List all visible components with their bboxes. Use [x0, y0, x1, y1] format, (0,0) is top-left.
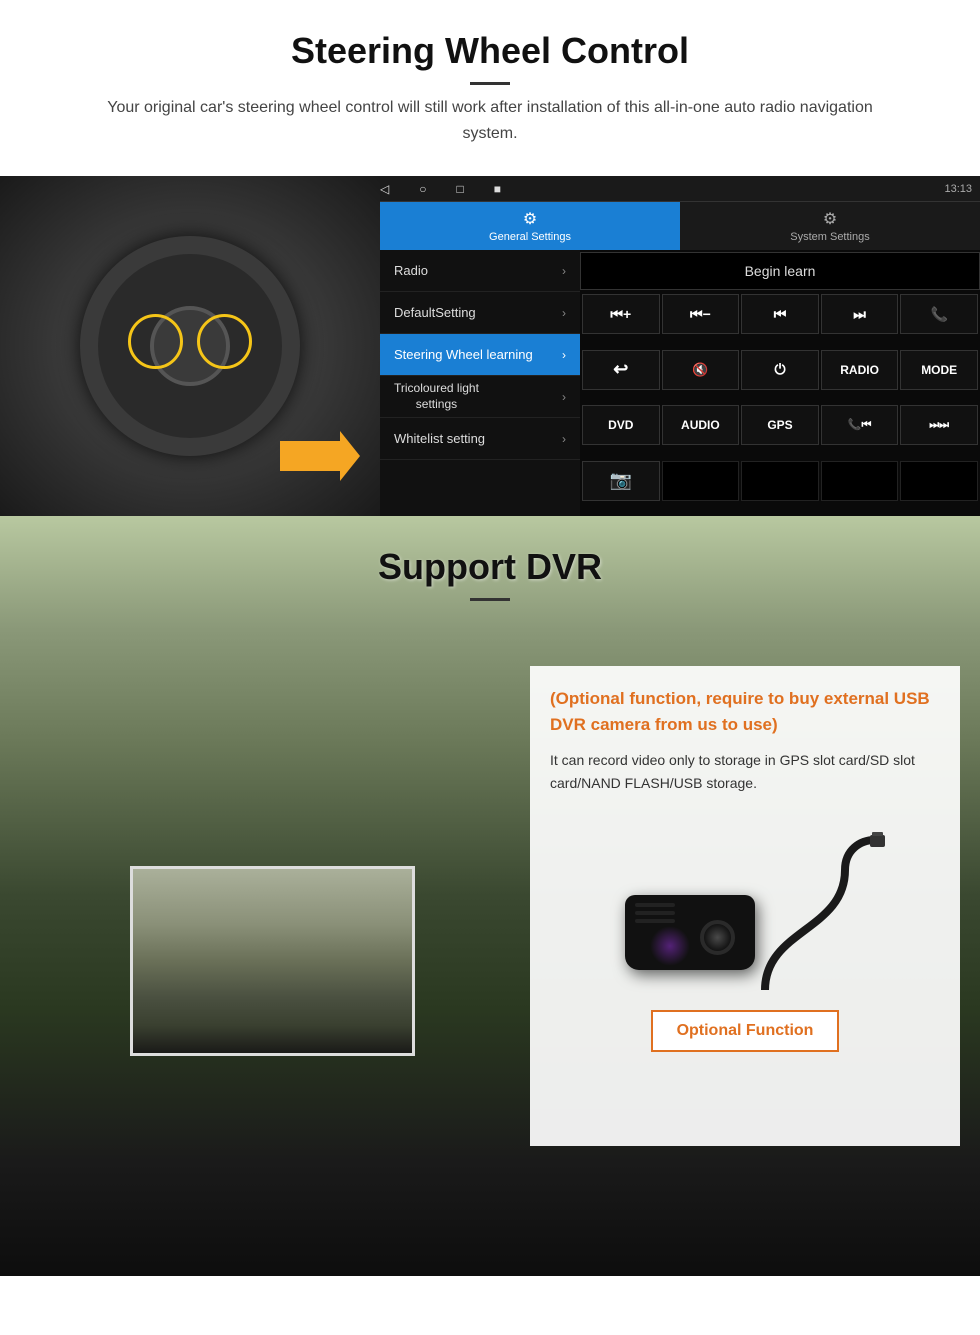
ctrl-phone[interactable]: 📞	[900, 294, 978, 334]
back-nav-btn[interactable]: ◁	[380, 182, 389, 196]
recents-nav-btn[interactable]: □	[456, 182, 463, 196]
steering-title: Steering Wheel Control	[40, 30, 940, 72]
lens-glow	[650, 926, 690, 966]
dvr-camera-illustration	[605, 810, 885, 990]
optional-function-button[interactable]: Optional Function	[651, 1010, 840, 1052]
ctrl-camera[interactable]: 📷	[582, 461, 660, 501]
android-nav-bar: ◁ ○ □ ■ 13:13	[380, 176, 980, 202]
ctrl-audio[interactable]: AUDIO	[662, 405, 740, 445]
ctrl-prev[interactable]: ⏮	[741, 294, 819, 334]
cable-svg	[685, 830, 885, 990]
arrow-icon	[280, 426, 360, 486]
ctrl-power[interactable]: ⏻	[741, 350, 819, 390]
chevron-icon-radio: ›	[562, 264, 566, 278]
dvr-content-overlay: Support DVR	[0, 516, 980, 631]
tab-system-label: System Settings	[790, 231, 869, 243]
ctrl-mute[interactable]: 🔇	[662, 350, 740, 390]
dvr-title: Support DVR	[40, 546, 940, 588]
ctrl-empty-2	[741, 461, 819, 501]
ctrl-empty-3	[821, 461, 899, 501]
dvr-divider	[470, 598, 510, 601]
ctrl-mode[interactable]: MODE	[900, 350, 978, 390]
steering-subtitle: Your original car's steering wheel contr…	[90, 95, 890, 146]
tab-general-label: General Settings	[489, 231, 571, 243]
chevron-icon-default: ›	[562, 306, 566, 320]
vent-1	[635, 903, 675, 907]
android-ui-panel: ◁ ○ □ ■ 13:13 ⚙ General Settings ⚙ Syste…	[380, 176, 980, 516]
menu-item-steering-learning[interactable]: Steering Wheel learning ›	[380, 334, 580, 376]
menu-radio-label: Radio	[394, 263, 428, 278]
ctrl-empty-1	[662, 461, 740, 501]
system-settings-icon: ⚙	[823, 209, 837, 229]
menu-default-label: DefaultSetting	[394, 305, 476, 320]
steering-title-area: Steering Wheel Control Your original car…	[0, 0, 980, 176]
steering-bg	[0, 176, 380, 516]
ctrl-radio[interactable]: RADIO	[821, 350, 899, 390]
control-grid: ⏮+ ⏮− ⏮ ⏭ 📞 ↩ 🔇 ⏻ RADIO MODE DVD AUDIO	[580, 292, 980, 516]
button-grid-area: Begin learn ⏮+ ⏮− ⏮ ⏭ 📞 ↩ 🔇 ⏻ RADIO	[580, 250, 980, 516]
menu-list: Radio › DefaultSetting › Steering Wheel …	[380, 250, 580, 516]
vent-3	[635, 919, 675, 923]
dvr-info-card: (Optional function, require to buy exter…	[530, 666, 960, 1146]
ctrl-empty-4	[900, 461, 978, 501]
highlight-circle-right	[197, 314, 252, 369]
steering-section: Steering Wheel Control Your original car…	[0, 0, 980, 516]
dvr-title-area: Support DVR	[0, 516, 980, 631]
screenshot-area: ◁ ○ □ ■ 13:13 ⚙ General Settings ⚙ Syste…	[0, 176, 980, 516]
menu-steering-label: Steering Wheel learning	[394, 347, 533, 362]
ctrl-vol-plus[interactable]: ⏮+	[582, 294, 660, 334]
content-area: Radio › DefaultSetting › Steering Wheel …	[380, 250, 980, 516]
vent-2	[635, 911, 675, 915]
menu-item-tricoloured[interactable]: Tricoloured light settings ›	[380, 376, 580, 418]
menu-whitelist-label: Whitelist setting	[394, 431, 485, 446]
tab-bar: ⚙ General Settings ⚙ System Settings	[380, 202, 980, 250]
menu-tricoloured-label: Tricoloured light settings	[394, 381, 479, 412]
home-nav-btn[interactable]: ○	[419, 182, 426, 196]
status-time: 13:13	[944, 183, 972, 195]
ctrl-phone-prev[interactable]: 📞⏮	[821, 405, 899, 445]
highlight-circle-left	[128, 314, 183, 369]
begin-learn-row: Begin learn	[580, 250, 980, 292]
menu-item-radio[interactable]: Radio ›	[380, 250, 580, 292]
chevron-icon-whitelist: ›	[562, 432, 566, 446]
ctrl-vol-minus[interactable]: ⏮−	[662, 294, 740, 334]
dvr-optional-title: (Optional function, require to buy exter…	[550, 686, 940, 737]
dashcam-thumbnail	[130, 866, 415, 1056]
settings-icon: ⚙	[523, 209, 537, 229]
chevron-icon-tricoloured: ›	[562, 390, 566, 404]
ctrl-back[interactable]: ↩	[582, 350, 660, 390]
ctrl-ff[interactable]: ⏭⏭	[900, 405, 978, 445]
ctrl-next[interactable]: ⏭	[821, 294, 899, 334]
tab-general-settings[interactable]: ⚙ General Settings	[380, 202, 680, 250]
menu-item-default[interactable]: DefaultSetting ›	[380, 292, 580, 334]
dashcam-feed	[133, 869, 412, 1053]
begin-learn-button[interactable]: Begin learn	[580, 252, 980, 290]
dvr-section: Support DVR (Optional function, require …	[0, 516, 980, 1276]
menu-item-whitelist[interactable]: Whitelist setting ›	[380, 418, 580, 460]
steering-wheel	[80, 236, 300, 456]
title-divider	[470, 82, 510, 85]
dvr-description: It can record video only to storage in G…	[550, 749, 940, 794]
chevron-icon-steering: ›	[562, 348, 566, 362]
ctrl-dvd[interactable]: DVD	[582, 405, 660, 445]
steering-photo	[0, 176, 380, 516]
menu-nav-btn[interactable]: ■	[494, 182, 501, 196]
ctrl-gps[interactable]: GPS	[741, 405, 819, 445]
tab-system-settings[interactable]: ⚙ System Settings	[680, 202, 980, 250]
